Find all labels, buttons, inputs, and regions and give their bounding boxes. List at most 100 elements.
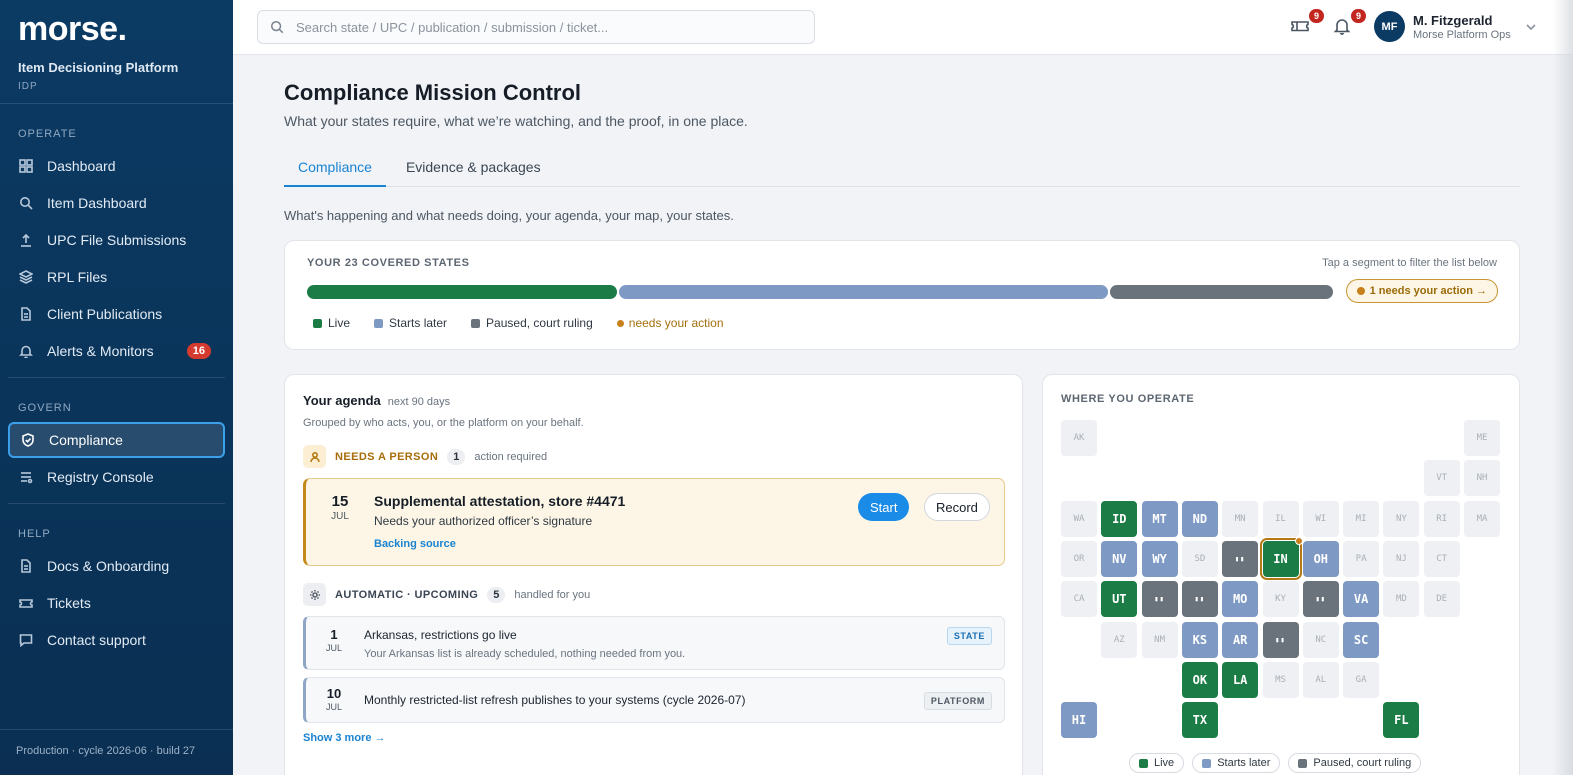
state-tile-va[interactable]: VA [1343, 581, 1380, 618]
coverage-segment-live[interactable] [307, 285, 617, 299]
state-tile-nm: NM [1141, 621, 1178, 658]
sidebar-item-registry-console[interactable]: Registry Console [8, 459, 225, 495]
state-tile-nd[interactable]: ND [1181, 500, 1218, 537]
list-item[interactable]: 1 JUL Arkansas, restrictions go live You… [303, 616, 1005, 670]
list-item[interactable]: 10 JUL Monthly restricted-list refresh p… [303, 677, 1005, 723]
layers-icon [19, 270, 33, 284]
state-tile-az: AZ [1101, 621, 1138, 658]
sidebar-item-contact-support[interactable]: Contact support [8, 622, 225, 658]
state-tile-la[interactable]: LA [1222, 661, 1259, 698]
needs-person-group: NEEDS A PERSON 1 action required [303, 445, 547, 468]
state-tile-in[interactable]: IN [1259, 536, 1303, 580]
sidebar-item-label: Client Publications [47, 306, 163, 322]
page-subtitle: What your states require, what we’re wat… [284, 113, 748, 129]
sidebar-item-label: Tickets [47, 595, 91, 611]
state-tile-sd: SD [1181, 540, 1218, 577]
state-tile-paused[interactable]: ▮▮ [1181, 581, 1218, 618]
document-icon [21, 307, 31, 321]
sidebar-item-docs-onboarding[interactable]: Docs & Onboarding [8, 548, 225, 584]
state-tile-paused[interactable]: ▮▮ [1141, 581, 1178, 618]
sidebar-item-dashboard[interactable]: Dashboard [8, 148, 225, 184]
sidebar-item-client-publications[interactable]: Client Publications [8, 296, 225, 332]
search-box[interactable] [257, 10, 815, 44]
search-icon [270, 20, 284, 34]
document-icon [21, 559, 31, 573]
state-tile-wa: WA [1061, 500, 1097, 537]
bell-icon [19, 345, 33, 358]
sidebar-item-label: Compliance [49, 432, 123, 448]
covered-states-title: YOUR 23 COVERED STATES [307, 257, 470, 269]
state-tile-pa: PA [1343, 540, 1380, 577]
state-tile-paused[interactable]: ▮▮ [1222, 540, 1259, 577]
item-date: 1 JUL [325, 627, 342, 653]
user-org: Morse Platform Ops [1413, 28, 1511, 41]
needs-action-button[interactable]: 1 needs your action → [1345, 279, 1498, 303]
state-tile-wy[interactable]: WY [1141, 540, 1178, 577]
automatic-count: 5 [487, 586, 506, 603]
coverage-segment-paused[interactable] [1110, 285, 1333, 299]
tickets-button[interactable]: 9 [1290, 9, 1324, 38]
start-button[interactable]: Start [858, 493, 910, 521]
state-tile-paused[interactable]: ▮▮ [1302, 581, 1339, 618]
item-subtitle: Your Arkansas list is already scheduled,… [364, 648, 686, 660]
record-button[interactable]: Record [924, 493, 990, 521]
state-tile-paused[interactable]: ▮▮ [1262, 621, 1299, 658]
topbar: 9 9 MF M. Fitzgerald Morse Platform Ops [233, 0, 1573, 55]
tab-evidence-packages[interactable]: Evidence & packages [392, 147, 555, 187]
nav-section-operate: OPERATE Dashboard Item Dashboard UPC File S… [0, 104, 233, 378]
state-tile-tx[interactable]: TX [1181, 702, 1218, 739]
state-tile-or: OR [1061, 540, 1097, 577]
map-legend-starts-later: Starts later [1192, 753, 1281, 773]
state-tile-sc[interactable]: SC [1343, 621, 1380, 658]
nav-heading: HELP [18, 528, 51, 540]
item-title: Arkansas, restrictions go live [364, 628, 517, 642]
tab-compliance[interactable]: Compliance [284, 147, 386, 187]
sidebar-item-alerts-monitors[interactable]: Alerts & Monitors 16 [8, 333, 225, 369]
state-tag: STATE [946, 627, 992, 645]
state-tile-mo[interactable]: MO [1222, 581, 1259, 618]
map-title: WHERE YOU OPERATE [1061, 393, 1195, 405]
state-tile-fl[interactable]: FL [1383, 702, 1420, 739]
state-tile-ok[interactable]: OK [1181, 661, 1218, 698]
coverage-segment-later[interactable] [618, 285, 1109, 299]
nav-section-govern: GOVERN Compliance Registry Console [0, 378, 233, 504]
state-tile-ks[interactable]: KS [1181, 621, 1218, 658]
alerts-count-badge: 16 [186, 343, 211, 359]
state-tile-nc: NC [1302, 621, 1339, 658]
sidebar-item-item-dashboard[interactable]: Item Dashboard [8, 185, 225, 221]
sidebar-item-upc-file-submissions[interactable]: UPC File Submissions [8, 222, 225, 258]
state-tile-id[interactable]: ID [1101, 500, 1138, 537]
state-tile-ar[interactable]: AR [1222, 621, 1259, 658]
sidebar-item-rpl-files[interactable]: RPL Files [8, 259, 225, 295]
sidebar-item-label: Contact support [47, 632, 146, 648]
upload-icon [21, 233, 31, 247]
notifications-button[interactable]: 9 [1332, 9, 1366, 38]
task-date: 15 JUL [331, 493, 349, 522]
automatic-title: AUTOMATIC · UPCOMING [335, 588, 479, 601]
gear-icon [303, 583, 326, 606]
state-tile-de: DE [1423, 581, 1460, 618]
sidebar-item-tickets[interactable]: Tickets [8, 585, 225, 621]
sidebar-item-label: Dashboard [47, 158, 116, 174]
brand: morse. Item Decisioning Platform IDP [0, 0, 233, 104]
item-date: 10 JUL [325, 686, 342, 712]
state-tile-hi[interactable]: HI [1061, 702, 1097, 739]
filter-hint: Tap a segment to filter the list below [1322, 257, 1497, 269]
task-card[interactable]: 15 JUL Supplemental attestation, store #… [303, 478, 1005, 566]
logo[interactable]: morse. [18, 12, 215, 46]
search-input[interactable] [296, 19, 776, 35]
state-tile-ut[interactable]: UT [1101, 581, 1138, 618]
user-menu[interactable]: MF M. Fitzgerald Morse Platform Ops [1374, 11, 1537, 42]
backing-source-link[interactable]: Backing source [374, 538, 456, 550]
state-tile-mt[interactable]: MT [1141, 500, 1178, 537]
intro-text: What's happening and what needs doing, y… [284, 208, 734, 223]
state-tile-nv[interactable]: NV [1101, 540, 1138, 577]
show-more-link[interactable]: Show 3 more → [303, 732, 386, 744]
state-tile-nh: NH [1464, 460, 1500, 497]
state-tile-me: ME [1464, 420, 1500, 456]
sidebar-item-compliance[interactable]: Compliance [8, 422, 225, 458]
state-tile-oh[interactable]: OH [1302, 540, 1339, 577]
state-tile-mi: MI [1343, 500, 1380, 537]
state-tile-wi: WI [1302, 500, 1339, 537]
needs-action-label: 1 needs your action → [1369, 285, 1487, 297]
